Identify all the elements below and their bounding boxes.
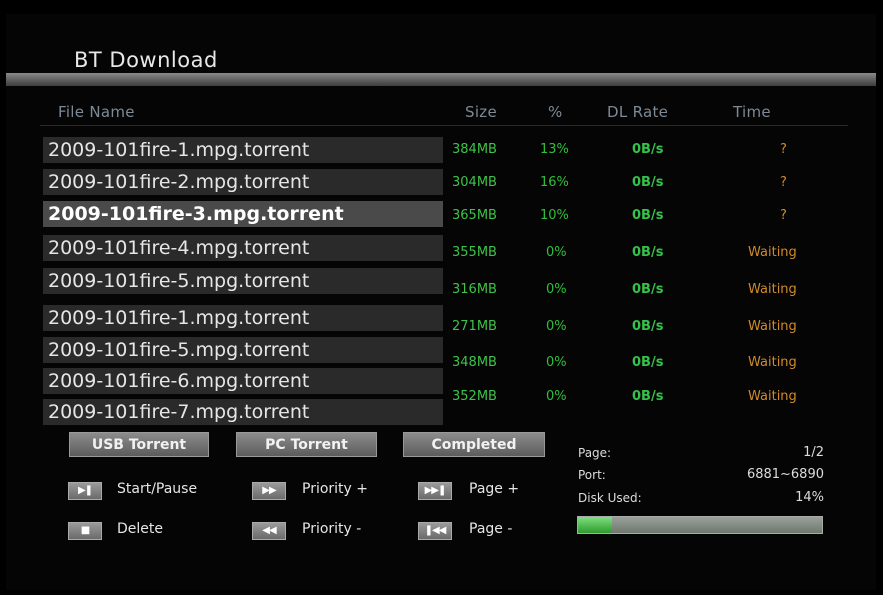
file-size: 355MB bbox=[452, 245, 497, 260]
column-header-percent: % bbox=[548, 103, 563, 121]
file-row-3-selected[interactable]: 2009-101fire-3.mpg.torrent bbox=[43, 201, 443, 227]
priority-up-label: Priority + bbox=[302, 481, 369, 497]
file-dl-rate: 0B/s bbox=[632, 282, 664, 297]
file-dl-rate: 0B/s bbox=[632, 355, 664, 370]
delete-label: Delete bbox=[117, 521, 163, 537]
page-title: BT Download bbox=[74, 48, 218, 72]
file-time: ? bbox=[780, 175, 787, 190]
file-size: 365MB bbox=[452, 208, 497, 223]
file-time: Waiting bbox=[748, 245, 797, 260]
file-percent: 0% bbox=[546, 355, 567, 370]
file-row-8[interactable]: 2009-101fire-6.mpg.torrent bbox=[43, 368, 443, 394]
file-percent: 0% bbox=[546, 389, 567, 404]
disk-usage-bar bbox=[577, 516, 823, 534]
file-percent: 0% bbox=[546, 282, 567, 297]
file-row-4[interactable]: 2009-101fire-4.mpg.torrent bbox=[43, 235, 443, 261]
disk-used-label: Disk Used: bbox=[578, 491, 642, 505]
skip-previous-icon[interactable]: ❚◀◀ bbox=[418, 522, 452, 540]
file-row-5[interactable]: 2009-101fire-5.mpg.torrent bbox=[43, 268, 443, 294]
file-time: Waiting bbox=[748, 389, 797, 404]
file-percent: 0% bbox=[546, 319, 567, 334]
file-size: 271MB bbox=[452, 319, 497, 334]
usb-torrent-button[interactable]: USB Torrent bbox=[69, 432, 209, 457]
file-dl-rate: 0B/s bbox=[632, 208, 664, 223]
completed-button[interactable]: Completed bbox=[403, 432, 545, 457]
file-dl-rate: 0B/s bbox=[632, 175, 664, 190]
priority-down-label: Priority - bbox=[302, 521, 362, 537]
bt-download-screen: BT Download File Name Size % DL Rate Tim… bbox=[0, 0, 883, 595]
file-dl-rate: 0B/s bbox=[632, 245, 664, 260]
title-divider bbox=[6, 73, 876, 86]
header-divider bbox=[40, 125, 848, 126]
page-up-label: Page + bbox=[469, 481, 520, 497]
page-down-label: Page - bbox=[469, 521, 513, 537]
pc-torrent-button[interactable]: PC Torrent bbox=[236, 432, 377, 457]
disk-usage-fill bbox=[578, 517, 613, 533]
disk-used-value: 14% bbox=[795, 490, 824, 505]
file-percent: 16% bbox=[540, 175, 569, 190]
file-percent: 13% bbox=[540, 142, 569, 157]
file-row-9[interactable]: 2009-101fire-7.mpg.torrent bbox=[43, 399, 443, 425]
file-row-1[interactable]: 2009-101fire-1.mpg.torrent bbox=[43, 137, 443, 163]
page-label: Page: bbox=[578, 446, 612, 460]
file-dl-rate: 0B/s bbox=[632, 389, 664, 404]
fast-forward-icon[interactable]: ▶▶ bbox=[252, 482, 286, 500]
column-header-dl-rate: DL Rate bbox=[607, 103, 669, 121]
stop-icon[interactable]: ■ bbox=[68, 522, 102, 540]
file-time: Waiting bbox=[748, 355, 797, 370]
file-size: 352MB bbox=[452, 389, 497, 404]
file-row-7[interactable]: 2009-101fire-5.mpg.torrent bbox=[43, 337, 443, 363]
column-header-file-name: File Name bbox=[58, 103, 135, 121]
file-size: 304MB bbox=[452, 175, 497, 190]
file-row-2[interactable]: 2009-101fire-2.mpg.torrent bbox=[43, 169, 443, 195]
file-dl-rate: 0B/s bbox=[632, 319, 664, 334]
file-time: ? bbox=[780, 208, 787, 223]
column-header-time: Time bbox=[733, 103, 771, 121]
rewind-icon[interactable]: ◀◀ bbox=[252, 522, 286, 540]
file-size: 384MB bbox=[452, 142, 497, 157]
column-header-size: Size bbox=[465, 103, 497, 121]
start-pause-label: Start/Pause bbox=[117, 481, 198, 497]
skip-next-icon[interactable]: ▶▶❚ bbox=[418, 482, 452, 500]
file-percent: 10% bbox=[540, 208, 569, 223]
page-value: 1/2 bbox=[803, 445, 824, 460]
port-value: 6881~6890 bbox=[746, 467, 824, 482]
file-size: 316MB bbox=[452, 282, 497, 297]
port-label: Port: bbox=[578, 468, 606, 482]
file-time: Waiting bbox=[748, 319, 797, 334]
file-row-6[interactable]: 2009-101fire-1.mpg.torrent bbox=[43, 305, 443, 331]
file-time: Waiting bbox=[748, 282, 797, 297]
file-dl-rate: 0B/s bbox=[632, 142, 664, 157]
file-size: 348MB bbox=[452, 355, 497, 370]
play-pause-icon[interactable]: ▶❚ bbox=[68, 482, 102, 500]
file-time: ? bbox=[780, 142, 787, 157]
file-percent: 0% bbox=[546, 245, 567, 260]
